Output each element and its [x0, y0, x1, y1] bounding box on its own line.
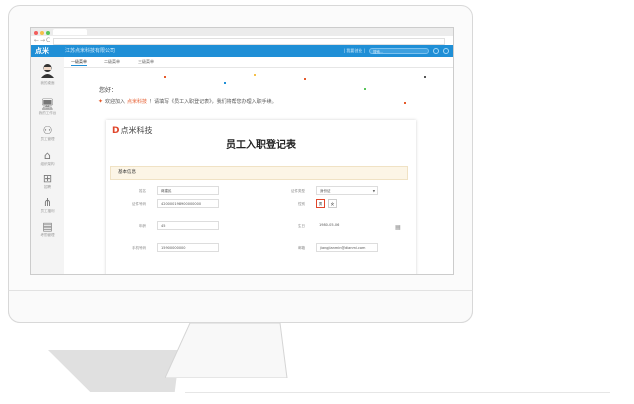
field-label-gender: 性别	[298, 202, 305, 206]
floor-line	[185, 392, 610, 393]
minimize-dot-icon[interactable]	[40, 31, 44, 35]
phone-field[interactable]: 15900000000	[157, 243, 219, 252]
confetti	[254, 74, 256, 76]
sidebar-item-welfare[interactable]: ⋔ 员工福利	[31, 197, 64, 214]
gender-male-button[interactable]: 男	[316, 199, 325, 208]
birthday-field[interactable]: 1980-05-06	[316, 221, 378, 230]
clothes-icon: ⋔	[42, 196, 53, 209]
sidebar-item-attendance[interactable]: ▤ 考勤管理	[31, 221, 64, 238]
field-label-phone: 手机号码	[132, 246, 146, 250]
sidebar-item-desk[interactable]: 🖥 我的工作台	[31, 99, 64, 116]
idtype-select[interactable]: 身份证 ▼	[316, 186, 378, 195]
staff-icon: ⚇	[42, 124, 53, 137]
confetti	[224, 82, 226, 84]
welcome-message: ✦ 欢迎加入 点米科技 ！请填写《员工入职登记表》，我们将帮您办理入职手续。	[98, 98, 277, 105]
back-forward-reload-icon[interactable]: ←→C	[34, 36, 51, 45]
field-label-birthday: 生日	[298, 224, 305, 228]
form-logo: D 点米科技	[112, 125, 153, 136]
org-icon: ⌂	[44, 149, 51, 162]
field-label-idtype: 证件类型	[291, 189, 305, 193]
registration-form: D 点米科技 员工入职登记表 基本信息 姓名 蒋建民 证件类型 身份证 ▼ 证件号…	[106, 120, 416, 274]
screen: ←→C 点米 江苏点米科技有限公司 | 我要创业 | 搜索... 我的桌面 🖥 …	[30, 27, 454, 275]
company-name: 江苏点米科技有限公司	[65, 48, 116, 54]
tab-level-3[interactable]: 三级菜单	[138, 59, 154, 65]
user-label: 我的桌面	[40, 81, 55, 85]
desktop-icon: 🖥	[40, 98, 55, 111]
header-link[interactable]: | 我要创业 |	[344, 47, 365, 55]
confetti	[304, 78, 306, 80]
monitor-stand	[165, 323, 288, 378]
notification-icon[interactable]	[433, 48, 439, 54]
app-header: 点米 江苏点米科技有限公司 | 我要创业 | 搜索...	[31, 45, 453, 57]
field-label-age: 年龄	[139, 224, 146, 228]
field-label-name: 姓名	[139, 189, 146, 193]
sidebar-item-org[interactable]: ⌂ 组织架构	[31, 150, 64, 167]
sidebar-item-staff[interactable]: ⚇ 员工管理	[31, 125, 64, 142]
browser-tab[interactable]	[53, 29, 87, 35]
menu-tabs: 一级菜单 二级菜单 三级菜单	[64, 57, 453, 68]
age-field[interactable]: 45	[157, 221, 219, 230]
tab-level-2[interactable]: 二级菜单	[104, 59, 120, 65]
party-icon: ✦	[98, 98, 104, 105]
main-content: 您好： ✦ 欢迎加入 点米科技 ！请填写《员工入职登记表》，我们将帮您办理入职手…	[64, 68, 453, 274]
calendar-icon: ▤	[42, 220, 53, 233]
monitor-bezel	[8, 290, 473, 323]
app-logo[interactable]: 点米	[35, 46, 49, 56]
calendar-icon[interactable]: ▦	[395, 224, 401, 231]
idnumber-field[interactable]: 420000198900000000	[157, 199, 219, 208]
confetti	[404, 102, 406, 104]
gender-female-button[interactable]: 女	[328, 199, 337, 208]
field-label-idnum: 证件号码	[132, 202, 146, 206]
name-field[interactable]: 蒋建民	[157, 186, 219, 195]
chevron-down-icon: ▼	[372, 189, 375, 193]
form-title: 员工入职登记表	[226, 140, 296, 151]
avatar[interactable]	[39, 62, 56, 79]
browser-nav-row: ←→C	[31, 36, 453, 45]
browser-toolbar: ←→C	[31, 28, 453, 46]
sidebar-item-recruit[interactable]: ⊞ 招聘	[31, 173, 64, 190]
settings-icon[interactable]	[443, 48, 449, 54]
sidebar: 我的桌面 🖥 我的工作台 ⚇ 员工管理 ⌂ 组织架构 ⊞ 招聘 ⋔ 员工福利 ▤…	[31, 57, 65, 274]
confetti	[424, 76, 426, 78]
header-right: | 我要创业 | 搜索...	[344, 47, 449, 55]
window-controls	[34, 31, 50, 35]
bag-icon: ⊞	[42, 172, 53, 185]
maximize-dot-icon[interactable]	[46, 31, 50, 35]
email-field[interactable]: jiangjianmin@dianmi.com	[316, 243, 378, 252]
monitor-base	[48, 350, 180, 392]
close-dot-icon[interactable]	[34, 31, 38, 35]
field-label-email: 邮箱	[298, 246, 305, 250]
confetti	[364, 88, 366, 90]
section-header: 基本信息	[110, 166, 408, 180]
tab-level-1[interactable]: 一级菜单	[71, 59, 87, 66]
greeting: 您好：	[99, 87, 118, 94]
search-input[interactable]: 搜索...	[369, 48, 429, 54]
confetti	[164, 76, 166, 78]
url-bar[interactable]	[53, 38, 445, 45]
